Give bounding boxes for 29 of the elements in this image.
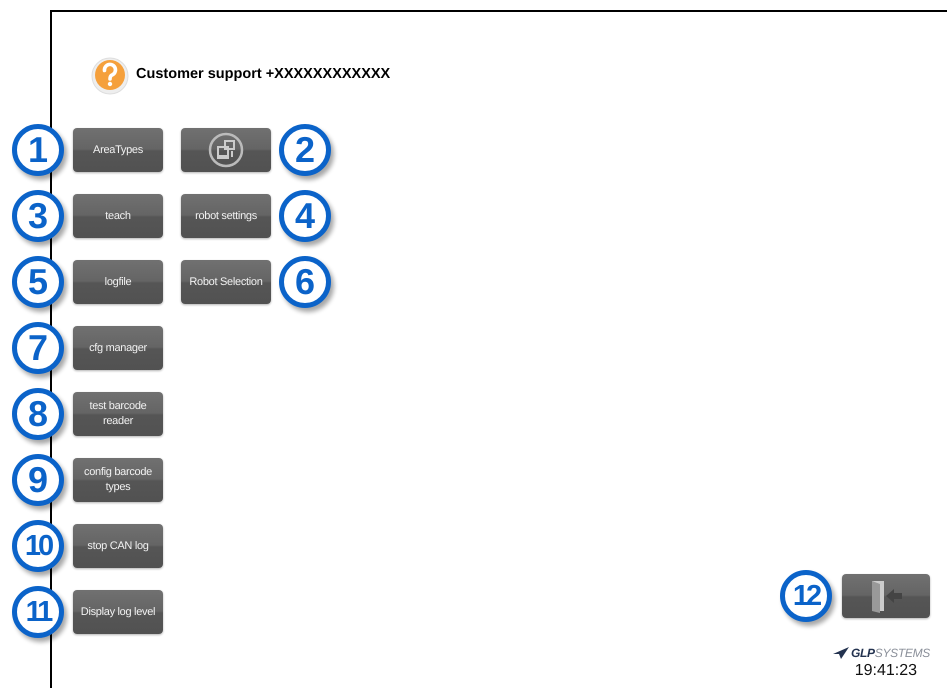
callout-number: 3 <box>12 190 64 242</box>
support-text: Customer support +XXXXXXXXXXXX <box>136 66 390 82</box>
clock-time: 19:41:23 <box>854 662 917 680</box>
callout-number: 7 <box>12 322 64 374</box>
menu-button[interactable]: Robot Selection <box>181 260 271 304</box>
menu-button[interactable]: AreaTypes <box>73 128 163 172</box>
callout-number: 12 <box>780 570 832 622</box>
menu-button[interactable]: cfg manager <box>73 326 163 370</box>
callout-number: 2 <box>279 124 331 176</box>
network-button[interactable] <box>181 128 271 172</box>
callout-number: 8 <box>12 388 64 440</box>
network-icon <box>208 132 244 168</box>
menu-button[interactable]: teach <box>73 194 163 238</box>
exit-button[interactable] <box>842 574 930 618</box>
callout-number: 10 <box>12 520 64 572</box>
callout-number: 11 <box>12 586 64 638</box>
callout-number: 4 <box>279 190 331 242</box>
callout-number: 1 <box>12 124 64 176</box>
menu-button[interactable]: config barcode types <box>73 458 163 502</box>
company-logo: GLPSYSTEMS <box>850 646 930 660</box>
callout-number: 9 <box>12 454 64 506</box>
menu-button[interactable]: robot settings <box>181 194 271 238</box>
callout-number: 6 <box>279 256 331 308</box>
menu-button[interactable]: Display log level <box>73 590 163 634</box>
menu-button[interactable]: stop CAN log <box>73 524 163 568</box>
menu-button[interactable]: logfile <box>73 260 163 304</box>
logo-icon <box>832 647 849 659</box>
callout-number: 5 <box>12 256 64 308</box>
menu-button[interactable]: test barcode reader <box>73 392 163 436</box>
